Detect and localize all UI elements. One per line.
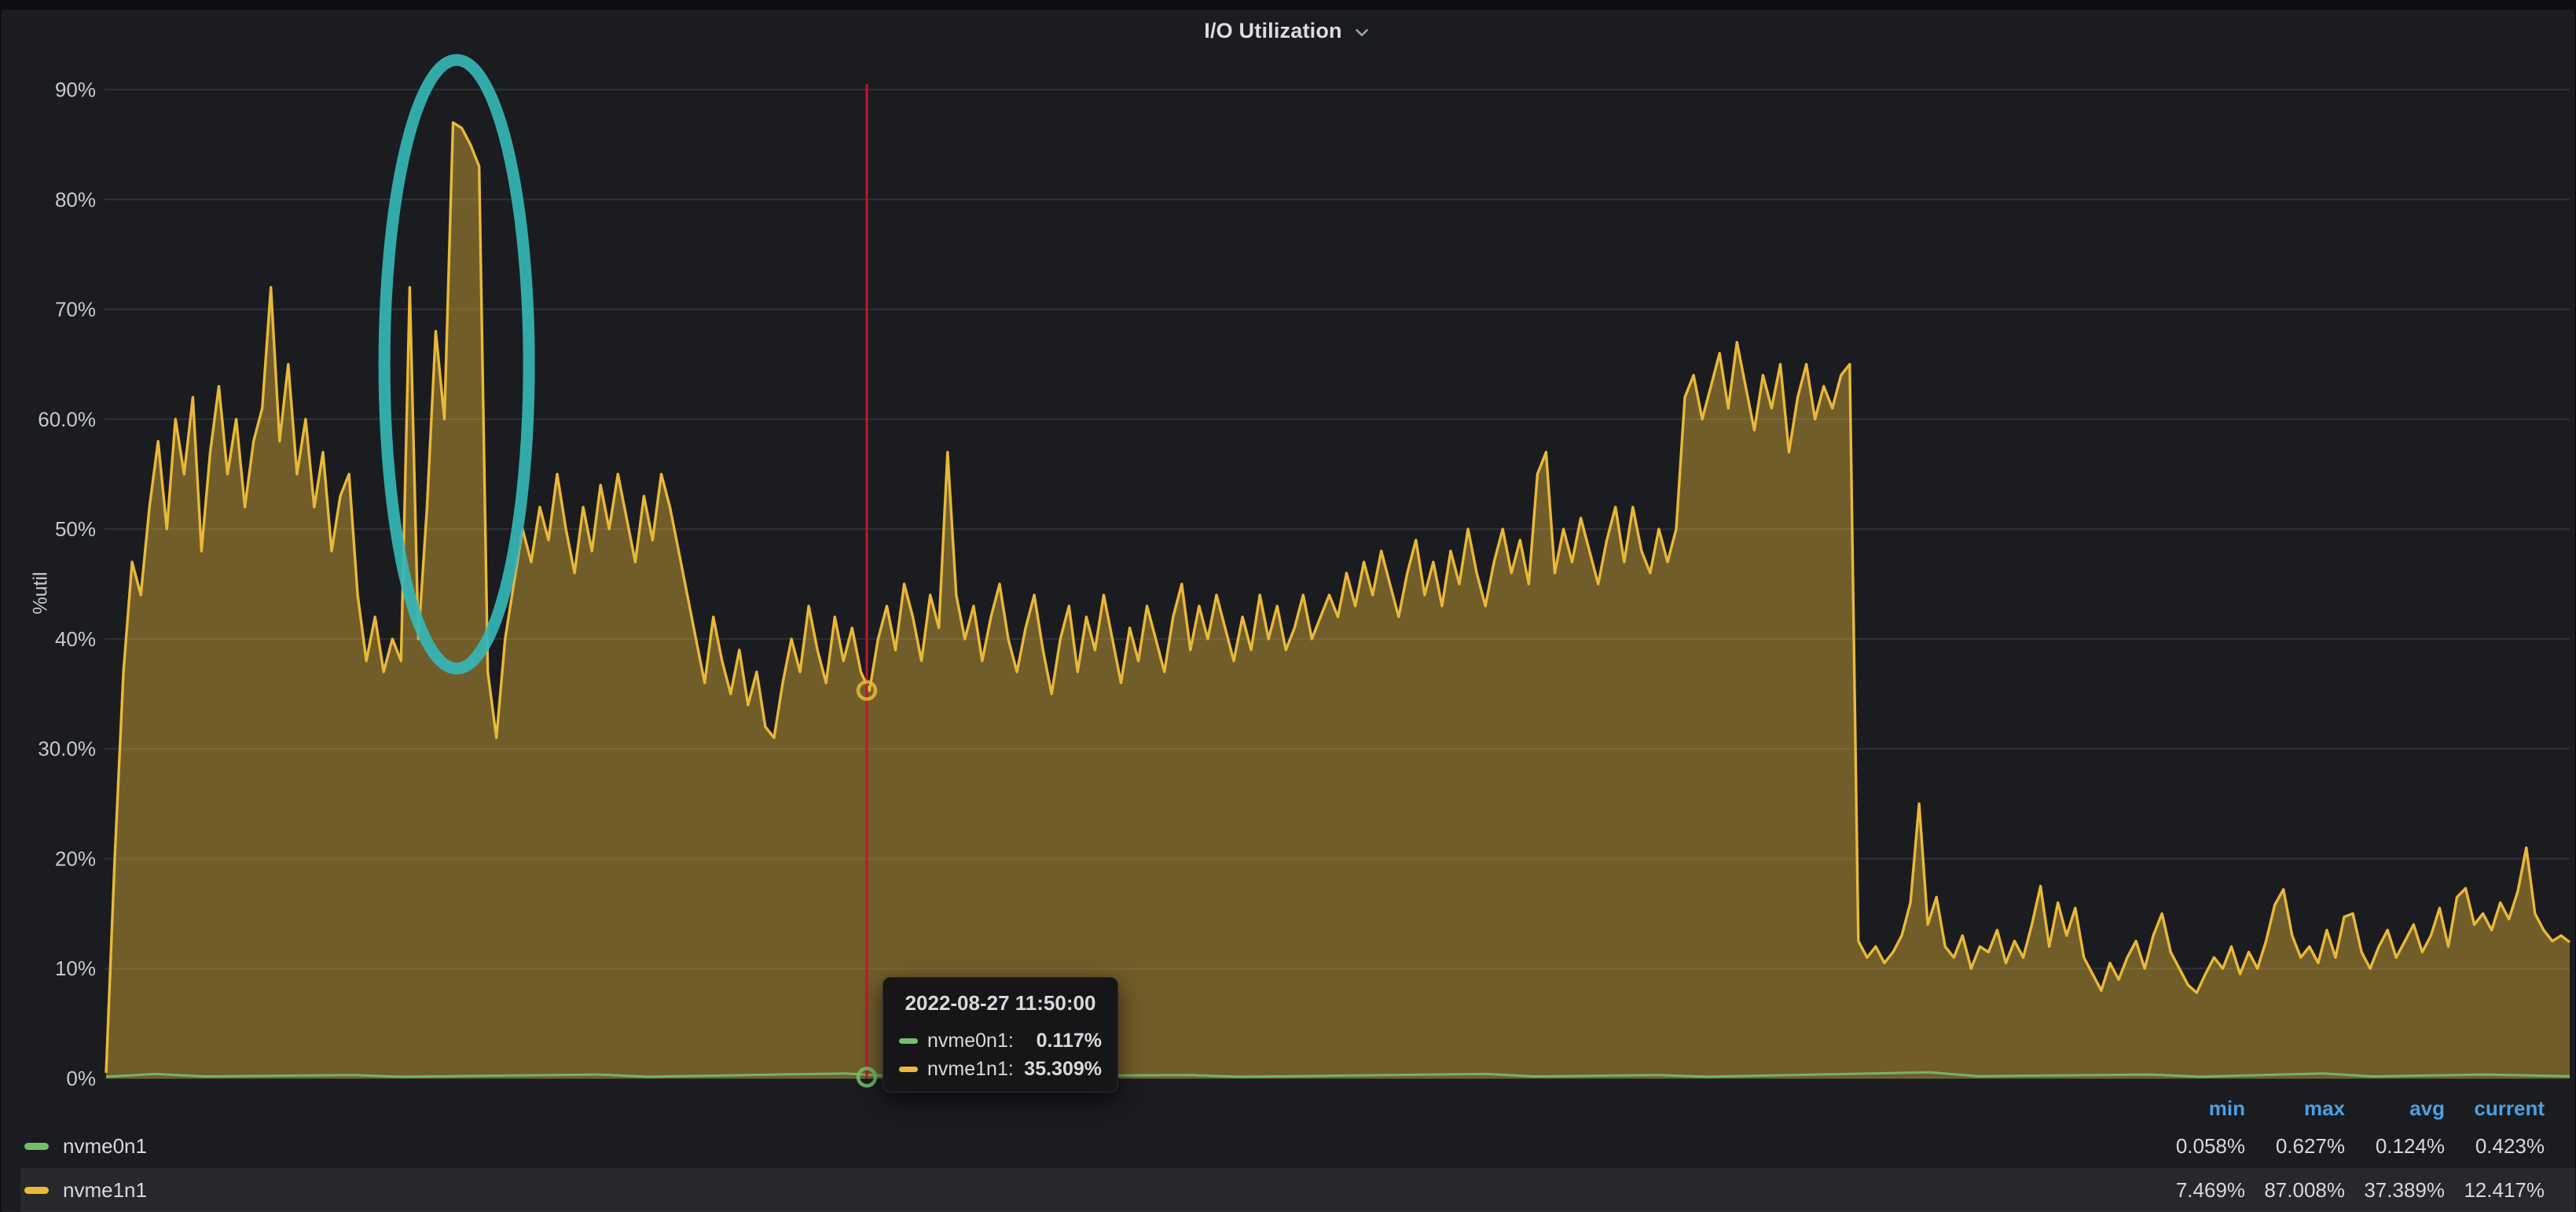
legend-header-max[interactable]: max	[2245, 1096, 2345, 1121]
grafana-panel-screenshot: I/O Utilization %util 0% 10% 20% 30.0% 40% 50…	[0, 0, 2576, 1212]
y-tick-label: 40%	[55, 627, 96, 651]
legend-min-value: 0.058%	[2145, 1134, 2245, 1159]
y-tick-label: 70%	[55, 298, 96, 321]
legend-current-value: 0.423%	[2445, 1134, 2545, 1159]
panel-title: I/O Utilization	[1204, 19, 1342, 43]
panel-header[interactable]: I/O Utilization	[0, 10, 2576, 51]
legend-row-nvme1n1: nvme1n1 7.469% 87.008% 37.389% 12.417%	[20, 1168, 2576, 1212]
legend-header-row: min max avg current	[0, 1093, 2576, 1124]
y-tick-label: 60.0%	[38, 407, 96, 431]
tooltip-series-value: 0.117%	[1037, 1030, 1102, 1052]
tooltip-series-label: nvme0n1:	[927, 1030, 1014, 1052]
legend-header-current[interactable]: current	[2445, 1096, 2545, 1121]
series-dash-icon	[899, 1038, 918, 1044]
y-tick-label: 90%	[55, 78, 96, 101]
legend-header-avg[interactable]: avg	[2345, 1096, 2445, 1121]
legend-min-value: 7.469%	[2145, 1178, 2245, 1203]
series-color-swatch-icon	[24, 1187, 49, 1194]
legend-series-name[interactable]: nvme1n1	[63, 1178, 147, 1203]
y-axis-title: %util	[30, 546, 53, 641]
legend-max-value: 87.008%	[2245, 1178, 2345, 1203]
y-tick-label: 10%	[55, 957, 96, 980]
legend-series-name[interactable]: nvme0n1	[63, 1134, 147, 1159]
tooltip-row-nvme1n1: nvme1n1: 35.309%	[899, 1055, 1102, 1083]
legend-table: min max avg current nvme0n1 0.058% 0.627…	[0, 1093, 2576, 1212]
legend-avg-value: 37.389%	[2345, 1178, 2445, 1203]
nvme1n1-area-fill	[106, 123, 2570, 1078]
timeseries-chart-canvas[interactable]: 0% 10% 20% 30.0% 40% 50% 60.0% 70% 80% 90%	[0, 0, 2576, 1212]
tooltip-timestamp: 2022-08-27 11:50:00	[899, 991, 1102, 1016]
legend-current-value: 12.417%	[2445, 1178, 2545, 1203]
legend-header-min[interactable]: min	[2145, 1096, 2245, 1121]
legend-max-value: 0.627%	[2245, 1134, 2345, 1159]
y-tick-label: 80%	[55, 188, 96, 211]
series-dash-icon	[899, 1067, 918, 1072]
chevron-down-icon[interactable]	[1352, 22, 1372, 42]
y-tick-label: 30.0%	[38, 737, 96, 761]
tooltip-series-value: 35.309%	[1024, 1058, 1102, 1081]
y-tick-label: 20%	[55, 847, 96, 870]
series-color-swatch-icon	[24, 1143, 49, 1150]
y-tick-label: 0%	[66, 1067, 96, 1090]
y-tick-label: 50%	[55, 517, 96, 541]
tooltip-row-nvme0n1: nvme0n1: 0.117%	[899, 1027, 1102, 1055]
legend-row-nvme0n1: nvme0n1 0.058% 0.627% 0.124% 0.423%	[20, 1124, 2576, 1168]
legend-avg-value: 0.124%	[2345, 1134, 2445, 1159]
hover-tooltip: 2022-08-27 11:50:00 nvme0n1: 0.117% nvme…	[883, 977, 1118, 1093]
tooltip-series-label: nvme1n1:	[927, 1058, 1014, 1081]
